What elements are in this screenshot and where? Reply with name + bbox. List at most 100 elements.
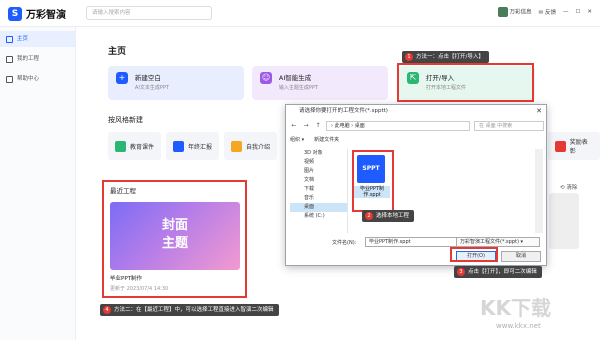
file-name[interactable]: 毕业PPT制作.sppt xyxy=(354,186,390,198)
scrollbar[interactable] xyxy=(535,149,543,233)
back-arrow-icon[interactable]: ← xyxy=(290,122,298,129)
sidebar-item-label: 我的工程 xyxy=(17,56,40,62)
dialog-title: 请选择你要打开的工程文件(*.spptt) ✕ xyxy=(286,105,546,117)
callout-1: 1 方法一：点击【打开/导入】 xyxy=(402,51,489,63)
style-label: 年终汇报 xyxy=(188,143,213,151)
callout-number: 1 xyxy=(405,53,413,61)
help-icon xyxy=(6,75,13,83)
clear-label: 清除 xyxy=(566,185,578,191)
sidebar-item-label: 主页 xyxy=(17,36,29,42)
style-award[interactable]: 奖励表彰 xyxy=(548,132,600,160)
tree-item[interactable]: 系统 (C:) xyxy=(290,212,347,221)
callout-text: 点击【打开】，即可二次编辑 xyxy=(468,269,537,275)
forward-arrow-icon[interactable]: → xyxy=(302,122,310,129)
sppt-file-icon[interactable]: SPPT xyxy=(357,155,385,183)
close-icon[interactable]: ✕ xyxy=(536,105,542,117)
clear-button[interactable]: ⟲ 清除 xyxy=(560,183,577,191)
open-file-dialog: 请选择你要打开的工程文件(*.spptt) ✕ ← → ↑ › 此电脑 › 桌面… xyxy=(285,104,547,266)
callout-number: 4 xyxy=(103,306,111,314)
ai-generate-card[interactable]: ☺ AI智能生成输入主题生成PPT xyxy=(252,66,388,100)
highlight-frame-open xyxy=(450,247,498,262)
dialog-title-text: 请选择你要打开的工程文件(*.spptt) xyxy=(299,108,388,114)
minimize-icon[interactable]: — xyxy=(563,9,569,15)
style-report[interactable]: 年终汇报 xyxy=(166,132,220,160)
thumb-line: 主题 xyxy=(161,236,188,251)
search-input[interactable]: 请输入搜索内容 xyxy=(86,6,212,20)
watermark: KK下载 xyxy=(480,296,551,320)
user-menu[interactable]: 万彩信息 xyxy=(497,7,532,17)
callout-number: 2 xyxy=(365,212,373,220)
app-name: 万彩智演 xyxy=(26,10,66,21)
style-label: 教育课件 xyxy=(130,143,155,151)
sidebar-item-label: 帮助中心 xyxy=(17,76,40,82)
callout-text: 方法二：在【最近工程】中，可以选择工程直接进入智演二次编辑 xyxy=(114,307,274,313)
sidebar-item-projects[interactable]: 我的工程 xyxy=(0,51,75,67)
feedback-button[interactable]: ✉ 反馈 xyxy=(539,8,556,16)
home-icon xyxy=(6,35,13,43)
award-icon xyxy=(555,140,566,152)
callout-text: 方法一：点击【打开/导入】 xyxy=(416,54,484,60)
filename-label: 文件名(N): xyxy=(332,240,357,246)
user-name: 万彩信息 xyxy=(509,9,532,16)
filetype-select[interactable]: 万彩智演工程文件(*.sppt) ▾ xyxy=(456,237,540,247)
folder-tree: 3D 对象 视频 图片 文档 下载 音乐 桌面 系统 (C:) xyxy=(290,149,348,233)
card-desc: AI文本生成PPT xyxy=(134,85,169,91)
book-icon xyxy=(115,140,126,152)
project-name: 毕业PPT制作 xyxy=(110,276,142,282)
thumb-line: 封面 xyxy=(161,218,188,233)
dialog-path-bar: ← → ↑ › 此电脑 › 桌面 在 桌面 中搜索 xyxy=(290,120,544,131)
style-label: 自我介绍 xyxy=(246,143,271,151)
recent-title: 最近工程 xyxy=(110,187,136,195)
dialog-toolbar: 组织 ▾ 新建文件夹 xyxy=(290,136,339,143)
new-blank-card[interactable]: + 新建空白 AI文本生成PPT xyxy=(108,66,244,100)
person-icon xyxy=(231,140,243,152)
project-date: 更新于 2023/07/4 14:30 xyxy=(110,286,169,292)
callout-4: 4 方法二：在【最近工程】中，可以选择工程直接进入智演二次编辑 xyxy=(100,304,279,316)
style-education[interactable]: 教育课件 xyxy=(108,132,162,160)
project-card-partial[interactable] xyxy=(549,193,579,249)
sidebar-item-help[interactable]: 帮助中心 xyxy=(0,71,75,87)
page-title: 主页 xyxy=(108,47,127,57)
style-section-title: 按风格新建 xyxy=(108,116,143,124)
top-bar: S 万彩智演 请输入搜索内容 万彩信息 ✉ 反馈 — ☐ ✕ xyxy=(0,0,600,27)
up-arrow-icon[interactable]: ↑ xyxy=(314,122,322,129)
folder-icon xyxy=(6,55,13,63)
close-icon[interactable]: ✕ xyxy=(587,9,592,15)
tree-item[interactable]: 视频 xyxy=(290,158,347,167)
style-intro[interactable]: 自我介绍 xyxy=(224,132,278,160)
style-label: 奖励表彰 xyxy=(569,139,588,155)
tree-item[interactable]: 3D 对象 xyxy=(290,149,347,158)
filetype-label: 万彩智演工程文件(*.sppt) xyxy=(460,239,519,245)
project-thumbnail[interactable]: 封面 主题 xyxy=(110,202,240,270)
style-list: 教育课件 年终汇报 自我介绍 xyxy=(108,132,278,160)
sidebar-item-home[interactable]: 主页 xyxy=(0,31,75,47)
organize-button[interactable]: 组织 ▾ xyxy=(290,136,304,143)
callout-number: 3 xyxy=(457,268,465,276)
filename-input[interactable]: 毕业PPT制作.sppt xyxy=(365,237,461,247)
maximize-icon[interactable]: ☐ xyxy=(575,9,580,15)
sidebar: 主页 我的工程 帮助中心 xyxy=(0,27,76,340)
app-logo: S 万彩智演 xyxy=(8,6,66,21)
callout-3: 3 点击【打开】，即可二次编辑 xyxy=(454,266,542,278)
highlight-frame-import xyxy=(397,63,534,102)
chart-icon xyxy=(173,140,185,152)
tree-item[interactable]: 下载 xyxy=(290,185,347,194)
card-desc: 输入主题生成PPT xyxy=(278,85,319,91)
tree-item-selected[interactable]: 桌面 xyxy=(290,203,347,212)
feedback-label: 反馈 xyxy=(544,10,556,16)
new-folder-button[interactable]: 新建文件夹 xyxy=(314,136,339,143)
callout-text: 选择本地工程 xyxy=(376,213,410,219)
tree-item[interactable]: 图片 xyxy=(290,167,347,176)
dialog-search-input[interactable]: 在 桌面 中搜索 xyxy=(474,120,544,131)
robot-icon: ☺ xyxy=(260,72,272,84)
tree-item[interactable]: 文档 xyxy=(290,176,347,185)
avatar xyxy=(497,7,508,17)
tree-item[interactable]: 音乐 xyxy=(290,194,347,203)
cancel-button[interactable]: 取消 xyxy=(501,251,541,262)
recent-projects: 最近工程 封面 主题 毕业PPT制作 更新于 2023/07/4 14:30 xyxy=(102,180,247,298)
path-input[interactable]: › 此电脑 › 桌面 xyxy=(326,120,470,131)
card-title: AI智能生成 xyxy=(278,74,312,82)
card-title: 新建空白 xyxy=(134,74,161,82)
plus-icon: + xyxy=(116,72,128,84)
callout-2: 2 选择本地工程 xyxy=(362,210,415,222)
